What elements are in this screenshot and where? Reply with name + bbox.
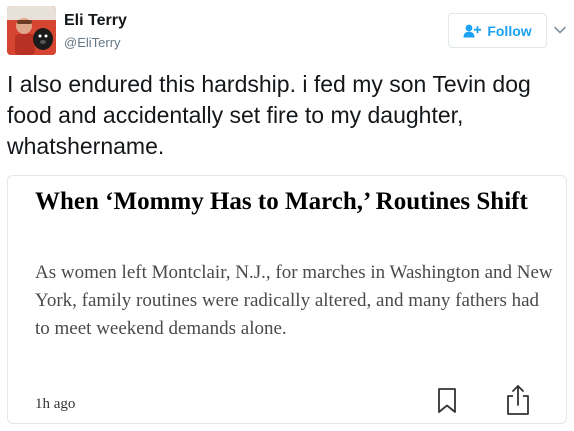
link-card[interactable]: When ‘Mommy Has to March,’ Routines Shif…	[7, 175, 567, 424]
card-timestamp: 1h ago	[35, 396, 76, 412]
follow-button-label: Follow	[487, 22, 532, 39]
bookmark-icon	[438, 388, 456, 413]
follow-button[interactable]: Follow	[448, 13, 547, 48]
tweet-text: I also endured this hardship. i fed my s…	[7, 71, 531, 159]
more-options-button[interactable]	[552, 22, 568, 38]
add-user-icon	[463, 24, 482, 37]
user-name[interactable]: Eli Terry	[64, 12, 127, 30]
card-description: As women left Montclair, N.J., for march…	[35, 262, 553, 339]
card-title[interactable]: When ‘Mommy Has to March,’ Routines Shif…	[35, 186, 555, 218]
avatar[interactable]	[7, 6, 56, 55]
user-handle[interactable]: @EliTerry	[64, 35, 121, 50]
share-button[interactable]	[505, 384, 531, 416]
share-icon	[507, 385, 529, 415]
bookmark-button[interactable]	[436, 387, 458, 415]
chevron-down-icon	[554, 26, 566, 34]
user-photo-avatar	[7, 6, 56, 55]
